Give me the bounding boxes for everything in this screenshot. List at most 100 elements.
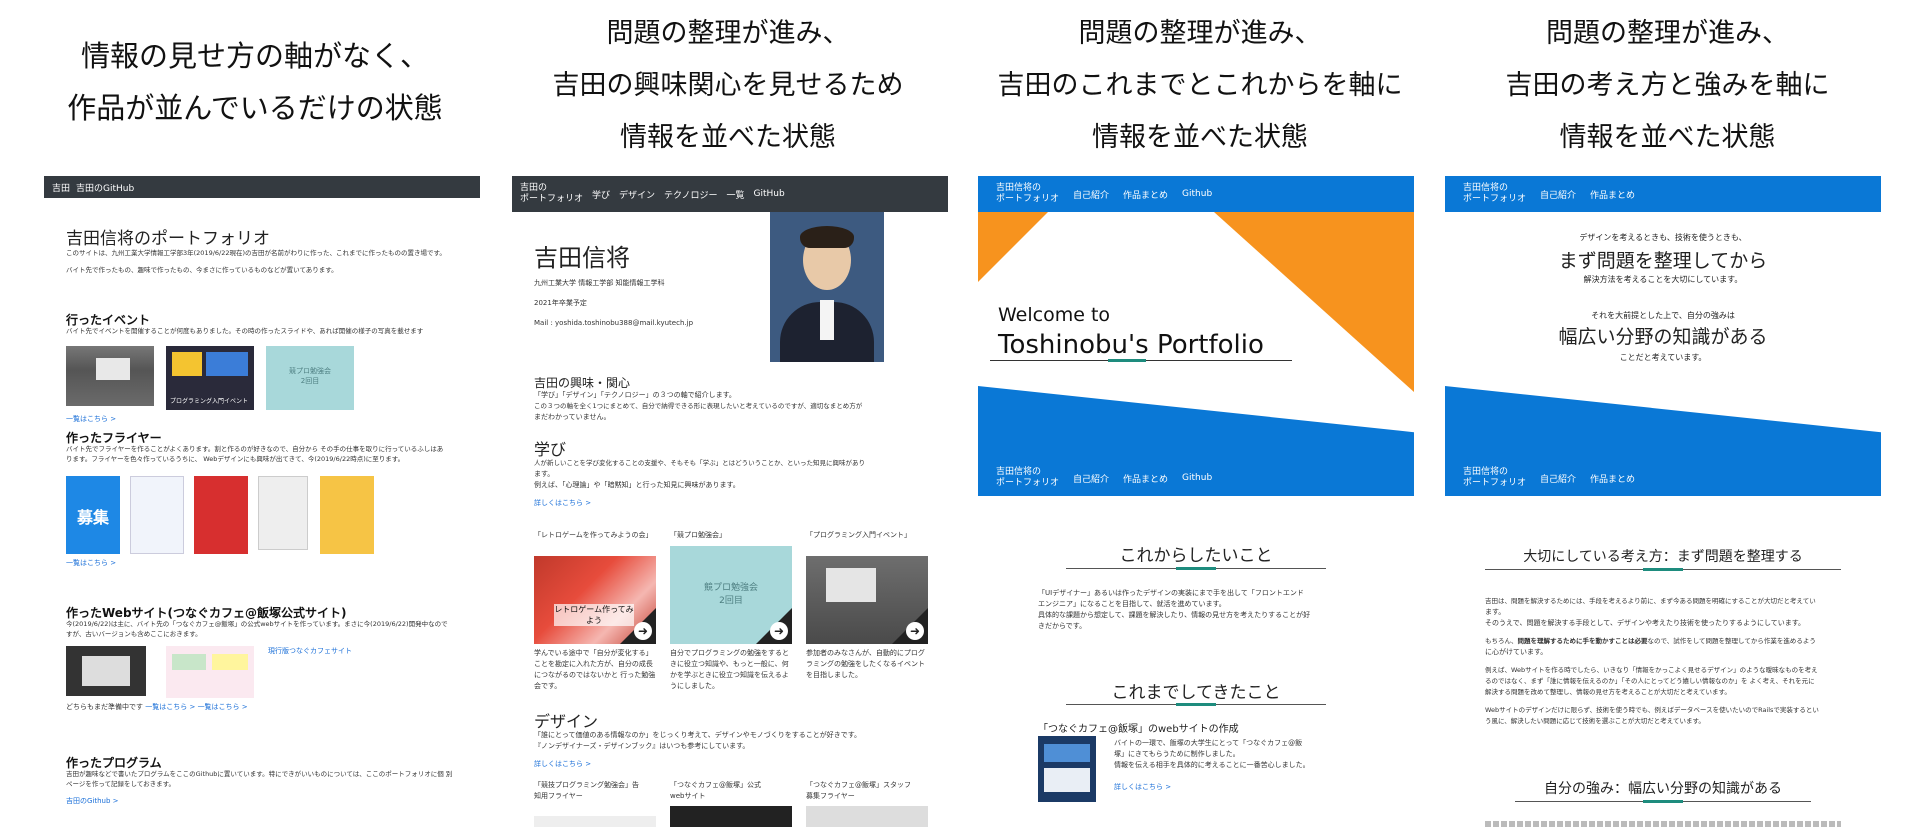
section-text: まだわかっていません。: [534, 413, 611, 421]
caption-line: 問題の整理が進み、: [1078, 18, 1322, 49]
panel-4-caption: 問題の整理が進み、 吉田の考え方と強みを軸に 情報を並べた状態: [1440, 8, 1895, 164]
card-image-label: 2回目: [719, 596, 743, 606]
section-text: ます。: [534, 470, 555, 478]
page-title: 吉田信将のポートフォリオ: [66, 229, 270, 249]
nav-brand[interactable]: 吉田信将の ポートフォリオ: [1463, 183, 1526, 205]
nav-item[interactable]: デザイン: [619, 188, 655, 201]
more-link[interactable]: 詳しくはこちら >: [534, 759, 591, 769]
more-link[interactable]: 詳しくはこちら >: [1114, 782, 1171, 792]
flyer[interactable]: [258, 476, 308, 550]
nav-item[interactable]: 学び: [592, 188, 610, 201]
site-link[interactable]: 現行版つなぐカフェサイト: [268, 646, 352, 656]
section-title: 学び: [534, 440, 567, 459]
section-desc: 今(2019/6/22)は主に、バイト先の「つなぐカフェ@飯塚」の公式webサイ…: [66, 620, 448, 638]
github-link[interactable]: 吉田のGithub >: [66, 796, 119, 806]
item-text: 情報を伝える相手を具体的に考えることに一番苦心しました。: [1114, 761, 1310, 769]
card-image[interactable]: 競プロ勉強会 2回目 ➜: [670, 546, 792, 644]
paragraph: 吉田は、問題を解決するためには、手段を考えるより前に、まず今ある問題を明確にする…: [1485, 597, 1816, 605]
nav-item[interactable]: 自己紹介: [1073, 188, 1109, 201]
screenshot-3: Welcome to Toshinobu's Portfolio 吉田信将の ポー…: [978, 176, 1414, 827]
nav-brand[interactable]: 吉田信将の ポートフォリオ: [1463, 467, 1526, 489]
caption-line: 吉田の考え方と強みを軸に: [1505, 70, 1830, 101]
event-card[interactable]: 競プロ勉強会 2回目: [266, 346, 354, 410]
work-thumbnail[interactable]: [1038, 736, 1096, 802]
card-image[interactable]: [534, 816, 656, 827]
nav-item[interactable]: Github: [1182, 189, 1212, 199]
section-text: きだからです。: [1038, 622, 1087, 630]
caption-line: 情報を並べた状態: [1559, 122, 1776, 153]
flyer[interactable]: 募集: [66, 476, 120, 554]
card-image[interactable]: ➜: [806, 556, 928, 644]
event-slide[interactable]: プログラミング入門イベント: [166, 346, 254, 410]
nav-item[interactable]: 一覧: [727, 188, 745, 201]
panel-3: 問題の整理が進み、 吉田のこれまでとこれからを軸に 情報を並べた状態 Welco…: [960, 0, 1440, 827]
panel-2: 問題の整理が進み、 吉田の興味関心を見せるため 情報を並べた状態 吉田の ポートフ…: [498, 0, 958, 827]
card-image[interactable]: [806, 806, 928, 827]
nav-brand[interactable]: 吉田信将の ポートフォリオ: [996, 183, 1059, 205]
hero-line1: Welcome to: [998, 304, 1111, 326]
card-desc: 参加者のみなさんが、自動的にプログラミングの勉強をしたくなるイベントを目指しまし…: [806, 649, 925, 679]
profile-info: Mail : yoshida.toshinobu388@mail.kyutech…: [534, 319, 694, 327]
thumb-label: プログラミング入門イベント: [170, 398, 249, 405]
nav-bar-bottom: 吉田信将の ポートフォリオ 自己紹介 作品まとめ: [1445, 460, 1881, 496]
more-link[interactable]: 一覧はこちら >: [198, 703, 248, 711]
section-text: 『ノンデザイナーズ・デザインブック』はいつも参考にしています。: [534, 742, 750, 750]
flyer[interactable]: [320, 476, 374, 554]
arrow-right-icon[interactable]: ➜: [906, 622, 924, 640]
nav-item[interactable]: 作品まとめ: [1123, 188, 1168, 201]
nav-item[interactable]: 自己紹介: [1540, 472, 1576, 485]
section-title: 吉田の興味・関心: [534, 376, 631, 390]
nav-item[interactable]: 吉田: [52, 181, 70, 194]
paragraph: 例えば、Webサイトを作る時でしたら、いきなり「情報をかっこよく見せるデザイン」…: [1485, 666, 1818, 674]
more-link[interactable]: 詳しくはこちら >: [534, 498, 591, 508]
card-desc: 学んでいる途中で「自分が変化する」ことを勘定に入れた方が、自分の成長につながるの…: [534, 649, 656, 690]
caption-line: 情報を並べた状態: [1092, 122, 1308, 153]
card-title: 「プログラミング入門イベント」: [806, 531, 911, 539]
nav-item[interactable]: 作品まとめ: [1123, 472, 1168, 485]
profile-name: 吉田信将: [534, 244, 630, 272]
nav-item[interactable]: GitHub: [754, 189, 785, 199]
card-title: 「競技プログラミング勉強会」告知用フライヤー: [534, 781, 639, 800]
more-link[interactable]: 一覧はこちら >: [66, 558, 116, 568]
card-image[interactable]: レトロゲーム作ってみよう ➜: [534, 556, 656, 644]
nav-bar: 吉田信将の ポートフォリオ 自己紹介 作品まとめ: [1445, 176, 1881, 212]
profile-photo: [770, 212, 884, 362]
section-text: 「誰にとって価値のある情報なのか」をじっくり考えて、デザインやモノづくりをするこ…: [534, 731, 862, 739]
flyer[interactable]: [194, 476, 248, 554]
nav-brand[interactable]: 吉田信将の ポートフォリオ: [996, 467, 1059, 489]
panel-4: 問題の整理が進み、 吉田の考え方と強みを軸に 情報を並べた状態 デザインを考える…: [1440, 0, 1920, 827]
site-footnote: どちらもまだ準備中です 一覧はこちら > 一覧はこちら >: [66, 703, 248, 711]
hero-line2: Toshinobu's Portfolio: [998, 330, 1264, 360]
arrow-right-icon[interactable]: ➜: [770, 622, 788, 640]
nav-item[interactable]: 吉田のGitHub: [76, 181, 134, 194]
card-image-label: 競プロ勉強会: [703, 583, 758, 593]
nav-item[interactable]: 自己紹介: [1540, 188, 1576, 201]
item-text: バイトの一環で、飯塚の大学生にとって「つなぐカフェ@飯: [1114, 739, 1303, 747]
more-link[interactable]: 一覧はこちら >: [145, 703, 195, 711]
arrow-right-icon[interactable]: ➜: [634, 622, 652, 640]
site-screenshot[interactable]: [66, 646, 146, 696]
hero-text: 解決方法を考えることを大切にしています。: [1583, 275, 1743, 284]
screenshot-2: 吉田の ポートフォリオ 学び デザイン テクノロジー 一覧 GitHub 吉田信将…: [512, 176, 948, 827]
nav-item[interactable]: 自己紹介: [1073, 472, 1109, 485]
nav-bar: 吉田信将の ポートフォリオ 自己紹介 作品まとめ Github: [978, 176, 1414, 212]
nav-item[interactable]: 作品まとめ: [1590, 188, 1635, 201]
paragraph: に心がけています。: [1485, 648, 1548, 656]
caption-line: 作品が並んでいるだけの状態: [67, 91, 443, 125]
event-photo[interactable]: [66, 346, 154, 406]
site-screenshot[interactable]: [166, 646, 254, 698]
hero-text: それを大前提とした上で、自分の強みは: [1591, 311, 1735, 320]
hero-text: デザインを考えるときも、技術を使うときも、: [1579, 233, 1747, 242]
nav-item[interactable]: 作品まとめ: [1590, 472, 1635, 485]
nav-brand[interactable]: 吉田の ポートフォリオ: [520, 183, 583, 205]
nav-item[interactable]: Github: [1182, 473, 1212, 483]
panel-1-caption: 情報の見せ方の軸がなく、 作品が並んでいるだけの状態: [30, 30, 480, 134]
flyer[interactable]: [130, 476, 184, 554]
card-title: 「つなぐカフェ@飯塚」公式webサイト: [670, 781, 761, 800]
section-text: 具体的な課題から想定して、課題を解決したり、情報の見せ方を考えたりすることが好: [1038, 611, 1311, 619]
paragraph: るのではなく、まず「誰に情報を伝えるのか」「その人にとってどう嬉しい情報なのか」…: [1485, 677, 1815, 685]
card-image[interactable]: [670, 806, 792, 827]
more-link[interactable]: 一覧はこちら >: [66, 414, 116, 424]
nav-item[interactable]: テクノロジー: [664, 188, 717, 201]
paragraph: 解決する問題を改めて整理し、情報の見せ方を考えることが大切だと考えています。: [1485, 688, 1731, 696]
